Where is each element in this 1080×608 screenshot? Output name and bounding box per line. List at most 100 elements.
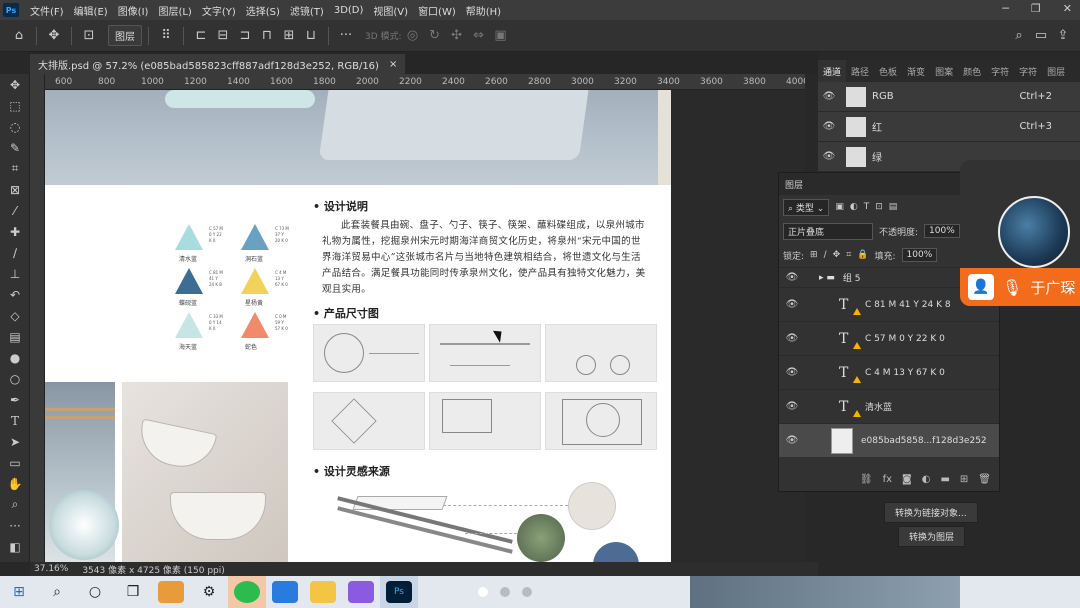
page-dot[interactable]: [478, 587, 488, 597]
blend-mode-dropdown[interactable]: 正片叠底: [783, 222, 873, 240]
minimize-icon[interactable]: ─: [1002, 2, 1009, 15]
eraser-tool-icon[interactable]: ◇: [0, 305, 30, 326]
adjustment-icon[interactable]: ◐: [922, 474, 931, 485]
filter-adjust-icon[interactable]: ◐: [850, 202, 858, 212]
eye-icon[interactable]: 👁: [818, 151, 840, 162]
menu-help[interactable]: 帮助(H): [461, 3, 506, 18]
photoshop-taskbar-icon[interactable]: Ps: [380, 576, 418, 608]
layer-row[interactable]: 👁 T C 57 M 0 Y 22 K 0: [779, 321, 999, 355]
layer-filter-dropdown[interactable]: ⌕ 类型 ⌄: [783, 198, 830, 216]
delete-layer-icon[interactable]: 🗑: [978, 474, 991, 485]
eye-icon[interactable]: 👁: [779, 299, 805, 310]
document-tab[interactable]: 大排版.psd @ 57.2% (e085bad585823cff887adf1…: [30, 54, 406, 74]
move-tool-icon[interactable]: ✥: [0, 74, 30, 95]
eye-icon[interactable]: 👁: [779, 367, 805, 378]
lock-all-icon[interactable]: 🔒: [857, 250, 868, 260]
shape-tool-icon[interactable]: ▭: [0, 452, 30, 473]
lock-artboard-icon[interactable]: ⌗: [846, 250, 851, 260]
fx-icon[interactable]: fx: [883, 474, 892, 485]
move-tool-icon[interactable]: ✥: [43, 28, 65, 43]
auto-select-dropdown[interactable]: 图层: [108, 25, 142, 46]
canvas-area[interactable]: • 设计说明 此套装餐具由碗、盘子、勺子、筷子、筷架、蘸料碟组成，以泉州城市礼物…: [45, 90, 805, 562]
link-layers-icon[interactable]: ⛓: [860, 474, 873, 485]
more-tools-icon[interactable]: ···: [0, 515, 30, 536]
slide-3d-icon[interactable]: ⇔: [468, 28, 490, 43]
close-tab-icon[interactable]: ×: [389, 59, 397, 70]
wechat-icon[interactable]: [228, 576, 266, 608]
channel-row-rgb[interactable]: 👁 RGB Ctrl+2: [818, 82, 1080, 112]
orbit-3d-icon[interactable]: ◎: [402, 28, 424, 43]
layer-row[interactable]: 👁 T 清水蓝: [779, 389, 999, 423]
page-dot[interactable]: [522, 587, 532, 597]
filter-type-icon[interactable]: T: [864, 202, 870, 212]
layer-row-selected[interactable]: 👁 e085bad5858...f128d3e252: [779, 423, 999, 457]
hand-tool-icon[interactable]: ✋: [0, 473, 30, 494]
tab-color[interactable]: 颜色: [958, 65, 986, 78]
close-icon[interactable]: ✕: [1063, 2, 1072, 15]
auto-select-icon[interactable]: ⊡: [78, 28, 100, 43]
transform-controls-icon[interactable]: ⠿: [155, 28, 177, 43]
tab-gradients[interactable]: 渐变: [902, 65, 930, 78]
align-right-icon[interactable]: ⊐: [234, 28, 256, 43]
blur-tool-icon[interactable]: ●: [0, 347, 30, 368]
history-brush-icon[interactable]: ↶: [0, 284, 30, 305]
marquee-tool-icon[interactable]: ⬚: [0, 95, 30, 116]
pen-tool-icon[interactable]: ✒: [0, 389, 30, 410]
menu-layer[interactable]: 图层(L): [153, 3, 196, 18]
color-swatches-icon[interactable]: ◧: [0, 536, 30, 557]
document-size[interactable]: 3543 像素 x 4725 像素 (150 ppi): [82, 563, 224, 576]
eyedropper-tool-icon[interactable]: ⁄: [0, 200, 30, 221]
lock-position-icon[interactable]: ✥: [833, 250, 841, 260]
home-icon[interactable]: ⌂: [8, 28, 30, 43]
align-center-icon[interactable]: ⊟: [212, 28, 234, 43]
search-icon[interactable]: ⌕: [38, 576, 76, 608]
eye-icon[interactable]: 👁: [779, 333, 805, 344]
layer-row[interactable]: 👁 T C 4 M 13 Y 67 K 0: [779, 355, 999, 389]
eye-icon[interactable]: 👁: [818, 121, 840, 132]
menu-3d[interactable]: 3D(D): [329, 5, 369, 16]
align-bottom-icon[interactable]: ⊔: [300, 28, 322, 43]
menu-image[interactable]: 图像(I): [113, 3, 154, 18]
filter-pixel-icon[interactable]: ▣: [835, 202, 844, 212]
share-icon[interactable]: ⇪: [1052, 28, 1074, 43]
quick-select-tool-icon[interactable]: ✎: [0, 137, 30, 158]
workspace-icon[interactable]: ▭: [1030, 28, 1052, 43]
convert-to-layer-button[interactable]: 转换为图层: [898, 526, 966, 547]
search-icon[interactable]: ⌕: [1008, 28, 1030, 43]
filter-shape-icon[interactable]: ⊡: [875, 202, 883, 212]
brush-tool-icon[interactable]: ∕: [0, 242, 30, 263]
opacity-input[interactable]: 100%: [924, 224, 960, 238]
lock-pixels-icon[interactable]: ⊞: [810, 250, 818, 260]
menu-window[interactable]: 窗口(W): [413, 3, 461, 18]
lasso-tool-icon[interactable]: ◌: [0, 116, 30, 137]
menu-file[interactable]: 文件(F): [25, 3, 69, 18]
task-view-icon[interactable]: ❒: [114, 576, 152, 608]
channel-row-red[interactable]: 👁 红 Ctrl+3: [818, 112, 1080, 142]
gradient-tool-icon[interactable]: ▤: [0, 326, 30, 347]
cortana-icon[interactable]: ○: [76, 576, 114, 608]
eye-icon[interactable]: 👁: [779, 435, 805, 446]
scale-3d-icon[interactable]: ▣: [490, 28, 512, 43]
fill-input[interactable]: 100%: [901, 248, 938, 262]
frame-tool-icon[interactable]: ⊠: [0, 179, 30, 200]
microphone-icon[interactable]: 🎙: [1002, 278, 1022, 297]
crop-tool-icon[interactable]: ⌗: [0, 158, 30, 179]
filter-smart-icon[interactable]: ▤: [889, 202, 898, 212]
clone-stamp-icon[interactable]: ⊥: [0, 263, 30, 284]
menu-view[interactable]: 视图(V): [368, 3, 413, 18]
page-dot[interactable]: [500, 587, 510, 597]
tab-swatches[interactable]: 色板: [874, 65, 902, 78]
windows-start-icon[interactable]: ⊞: [0, 576, 38, 608]
gallery-app-icon[interactable]: [342, 576, 380, 608]
tab-patterns[interactable]: 图案: [930, 65, 958, 78]
eye-icon[interactable]: 👁: [818, 91, 840, 102]
zoom-level[interactable]: 37.16%: [34, 564, 68, 574]
eye-icon[interactable]: 👁: [779, 401, 805, 412]
menu-edit[interactable]: 编辑(E): [69, 3, 113, 18]
align-middle-icon[interactable]: ⊞: [278, 28, 300, 43]
zoom-tool-icon[interactable]: ⌕: [0, 494, 30, 515]
tab-character-2[interactable]: 字符: [1014, 65, 1042, 78]
dodge-tool-icon[interactable]: ○: [0, 368, 30, 389]
menu-select[interactable]: 选择(S): [241, 3, 285, 18]
photos-app-icon[interactable]: [266, 576, 304, 608]
